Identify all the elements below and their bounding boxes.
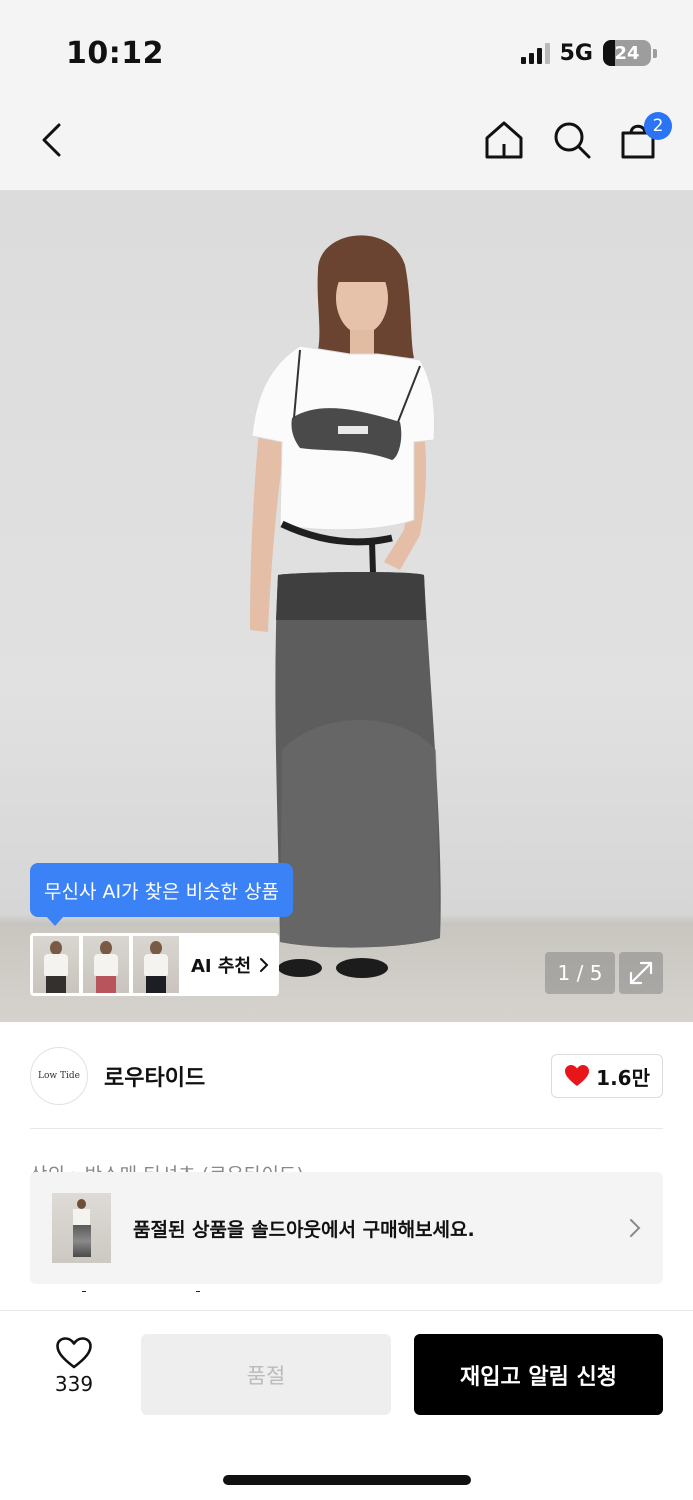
signal-icon [520,42,550,64]
heart-icon [565,1065,590,1086]
battery-icon: 24 [603,40,651,66]
heart-icon [56,1337,92,1369]
status-time: 10:12 [66,36,164,71]
battery-fill [603,40,615,66]
soldout-button: 품절 [141,1334,391,1415]
home-icon [485,121,523,159]
network-label: 5G [559,40,593,66]
soldout-banner[interactable]: 품절된 상품을 솔드아웃에서 구매해보세요. [30,1172,663,1284]
soldout-banner-text: 품절된 상품을 솔드아웃에서 구매해보세요. [133,1218,475,1241]
soldout-thumbnail [52,1193,111,1263]
wishlist-button[interactable]: 339 [40,1336,108,1412]
brand-row[interactable]: Low Tide 로우타이드 1.6만 [30,1046,663,1106]
brand-logo[interactable]: Low Tide [30,1047,88,1105]
search-icon [554,122,591,159]
chevron-right-icon [630,1219,641,1237]
divider [30,1128,663,1129]
cart-button[interactable]: 2 [616,112,672,162]
expand-image-button[interactable] [619,952,663,994]
back-button[interactable] [30,118,74,162]
status-indicators: 5G 24 [520,40,657,66]
ai-thumb-3[interactable] [133,936,179,993]
expand-icon [629,961,653,985]
cart-count-badge: 2 [644,112,672,140]
ai-similar-tooltip[interactable]: 무신사 AI가 찾은 비슷한 상품 [30,863,294,926]
top-area: 10:12 5G 24 2 [0,0,693,190]
brand-like-button[interactable]: 1.6만 [551,1054,663,1098]
home-button[interactable] [482,118,526,162]
ai-recommend-label: AI 추천 [191,955,252,977]
ai-recommend-link[interactable]: AI 추천 [191,952,269,978]
hidden-text-fragment [30,1284,230,1292]
wishlist-count: 339 [54,1372,94,1396]
search-button[interactable] [550,118,594,162]
chevron-right-icon [260,957,269,972]
ai-thumb-2[interactable] [83,936,129,993]
back-icon [42,123,61,157]
brand-name[interactable]: 로우타이드 [104,1060,205,1092]
product-image[interactable]: 무신사 AI가 찾은 비슷한 상품 AI 추천 1 / 5 [0,190,693,1022]
home-indicator[interactable] [223,1475,471,1485]
brand-like-count: 1.6만 [596,1065,650,1090]
bottom-bar-divider [0,1310,693,1311]
ai-recommend-card[interactable]: AI 추천 [30,933,279,996]
battery-cap [653,48,657,58]
ai-thumb-1[interactable] [33,936,79,993]
image-page-indicator: 1 / 5 [545,952,615,994]
battery-percent: 24 [614,42,640,64]
restock-alert-button[interactable]: 재입고 알림 신청 [414,1334,663,1415]
